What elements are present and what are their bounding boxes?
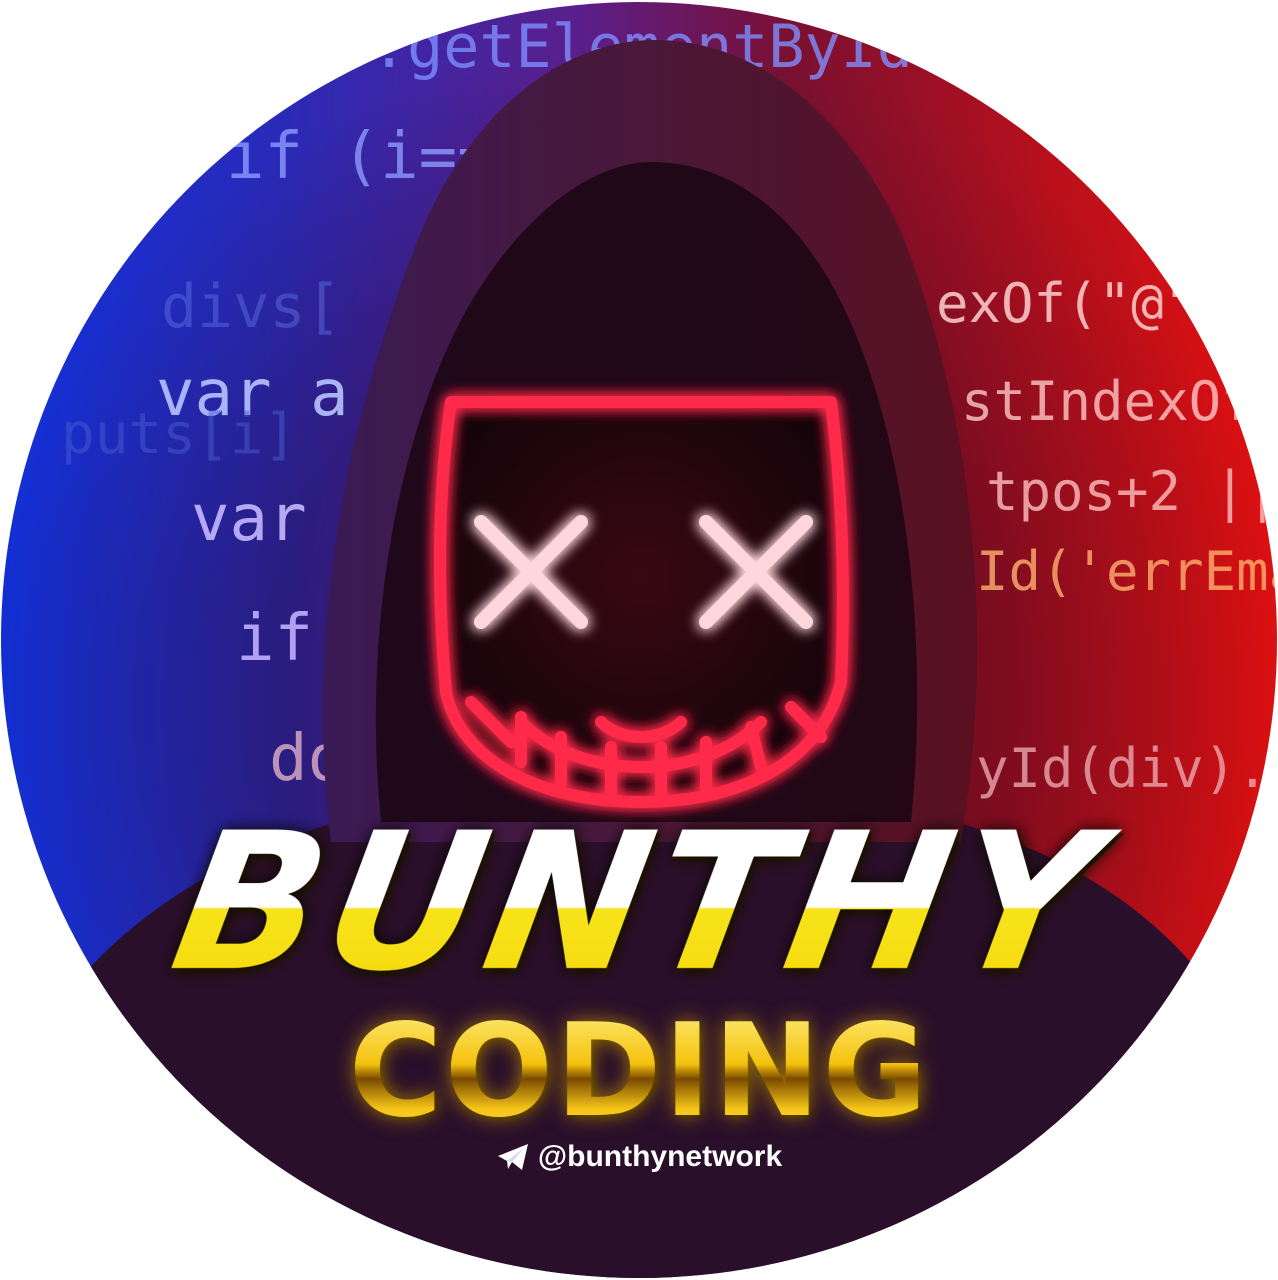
social-handle: @bunthynetwork [537, 1140, 783, 1173]
logo-title-coding: CODING [1, 997, 1277, 1146]
logo-title-bunthy: BUNTHY [1, 792, 1277, 1013]
logo-badge: .getElementById(di if (i== divs[ var a p… [1, 2, 1277, 1278]
telegram-icon [497, 1144, 528, 1170]
handle-row: @bunthynetwork [1, 1140, 1277, 1174]
